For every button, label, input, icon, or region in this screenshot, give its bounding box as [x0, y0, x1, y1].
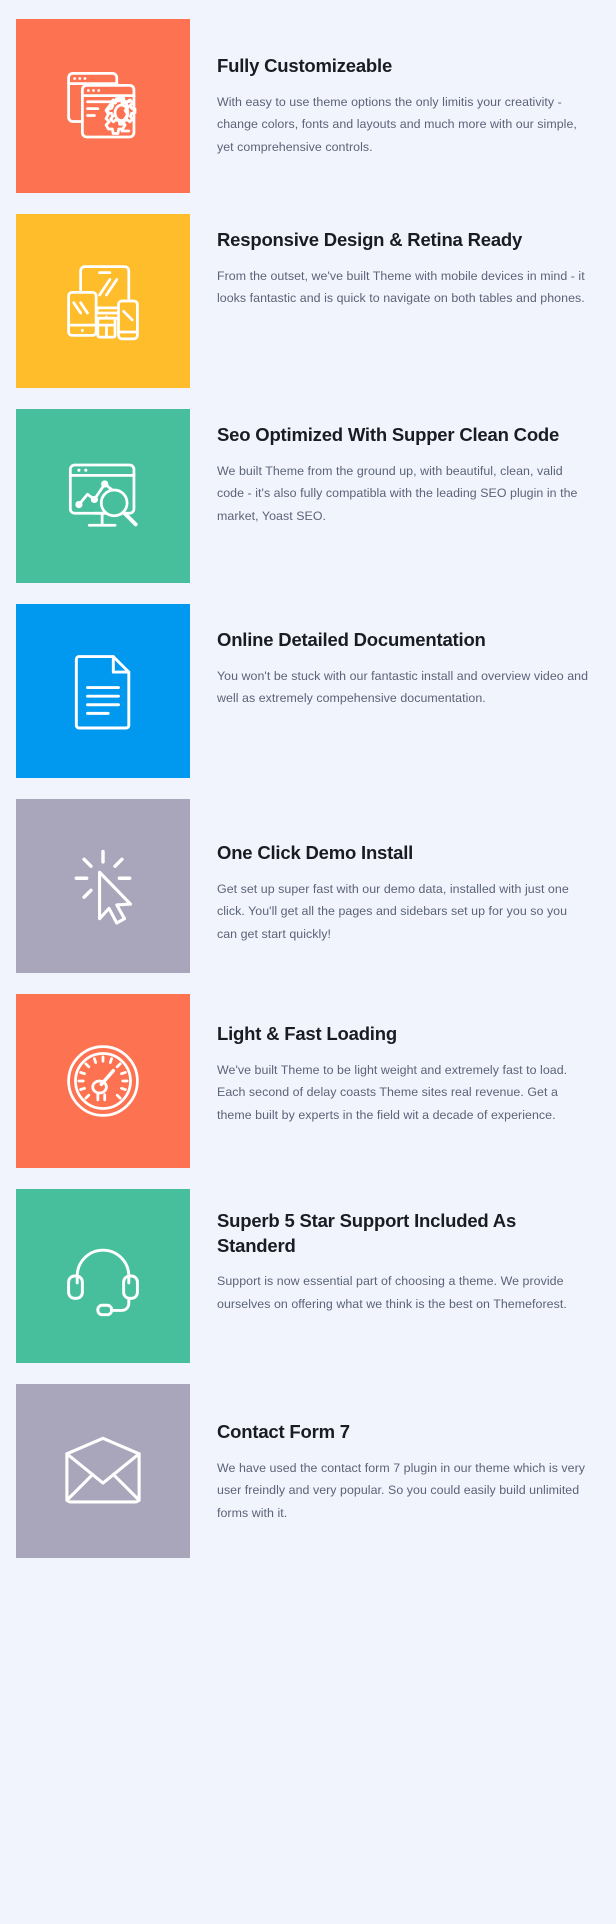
- feature-text: Online Detailed Documentation You won't …: [190, 604, 589, 710]
- feature-text: One Click Demo Install Get set up super …: [190, 799, 589, 945]
- feature-title: Seo Optimized With Supper Clean Code: [217, 424, 560, 445]
- feature-row: Seo Optimized With Supper Clean Code We …: [0, 409, 616, 583]
- feature-text: Seo Optimized With Supper Clean Code We …: [190, 409, 589, 527]
- feature-row: One Click Demo Install Get set up super …: [0, 799, 616, 973]
- document-page-icon: [60, 648, 146, 734]
- feature-title: Responsive Design & Retina Ready: [217, 229, 523, 250]
- feature-title: Superb 5 Star Support Included As Stande…: [217, 1210, 517, 1256]
- feature-row: Light & Fast Loading We've built Theme t…: [0, 994, 616, 1168]
- feature-row: Superb 5 Star Support Included As Stande…: [0, 1189, 616, 1363]
- feature-icon-tile: [16, 19, 190, 193]
- feature-text: Fully Customizeable With easy to use the…: [190, 19, 589, 158]
- headset-support-icon: [60, 1233, 146, 1319]
- feature-description: We built Theme from the ground up, with …: [217, 463, 578, 523]
- feature-icon-tile: [16, 994, 190, 1168]
- feature-row: Fully Customizeable With easy to use the…: [0, 19, 616, 193]
- feature-title: Fully Customizeable: [217, 55, 393, 76]
- feature-text: Light & Fast Loading We've built Theme t…: [190, 994, 589, 1126]
- feature-description: We have used the contact form 7 plugin i…: [217, 1460, 586, 1520]
- feature-title: One Click Demo Install: [217, 842, 414, 863]
- feature-description: With easy to use theme options the only …: [217, 94, 577, 154]
- feature-description: We've built Theme to be light weight and…: [217, 1062, 568, 1122]
- feature-title: Contact Form 7: [217, 1421, 350, 1442]
- feature-description: You won't be stuck with our fantastic in…: [217, 668, 589, 706]
- feature-text: Superb 5 Star Support Included As Stande…: [190, 1189, 589, 1315]
- feature-description: Support is now essential part of choosin…: [217, 1274, 567, 1311]
- envelope-mail-icon: [60, 1428, 146, 1514]
- feature-icon-tile: [16, 214, 190, 388]
- feature-text: Contact Form 7 We have used the contact …: [190, 1384, 589, 1524]
- feature-description: From the outset, we've built Theme with …: [217, 268, 585, 306]
- features-list: Fully Customizeable With easy to use the…: [0, 19, 616, 1558]
- feature-title: Online Detailed Documentation: [217, 629, 486, 650]
- feature-row: Contact Form 7 We have used the contact …: [0, 1384, 616, 1558]
- feature-icon-tile: [16, 1189, 190, 1363]
- speedometer-icon: [60, 1038, 146, 1124]
- feature-description: Get set up super fast with our demo data…: [217, 881, 569, 941]
- feature-icon-tile: [16, 799, 190, 973]
- feature-icon-tile: [16, 604, 190, 778]
- feature-row: Online Detailed Documentation You won't …: [0, 604, 616, 778]
- feature-text: Responsive Design & Retina Ready From th…: [190, 214, 589, 310]
- feature-row: Responsive Design & Retina Ready From th…: [0, 214, 616, 388]
- feature-icon-tile: [16, 409, 190, 583]
- browser-windows-gear-icon: [60, 63, 146, 149]
- responsive-devices-icon: [60, 258, 146, 344]
- feature-title: Light & Fast Loading: [217, 1023, 397, 1044]
- cursor-click-icon: [60, 843, 146, 929]
- feature-icon-tile: [16, 1384, 190, 1558]
- seo-monitor-magnifier-icon: [60, 453, 146, 539]
